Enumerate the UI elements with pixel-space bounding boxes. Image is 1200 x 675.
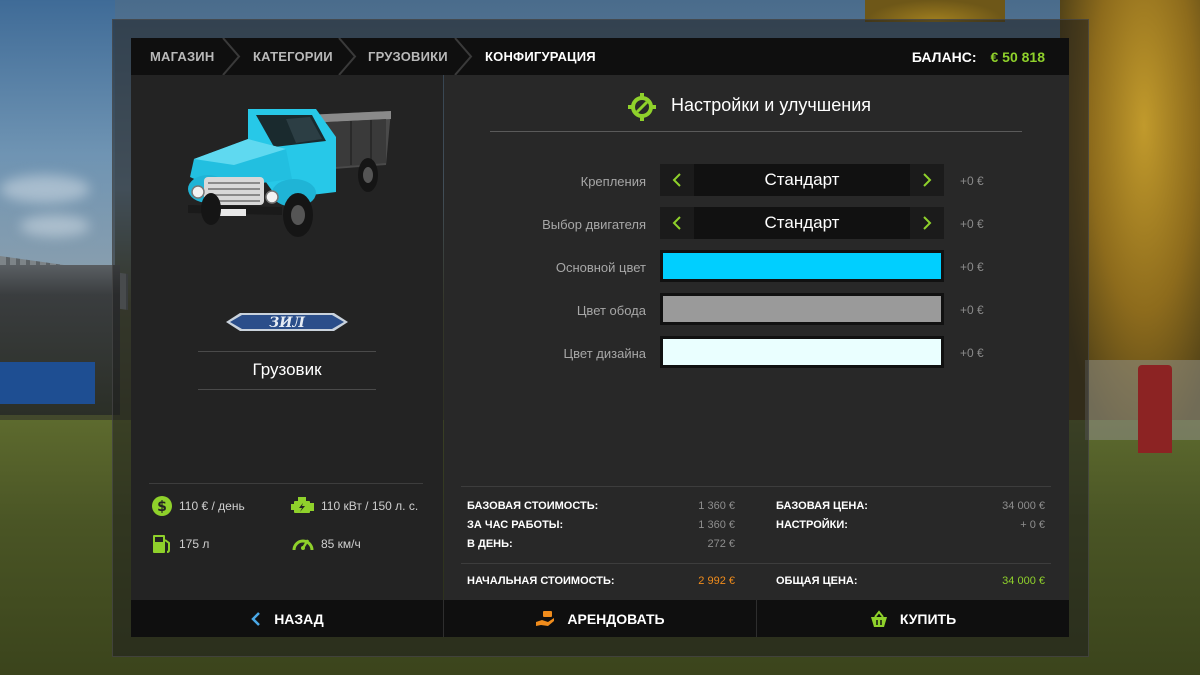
- zil-logo-text: ЗИЛ: [269, 315, 305, 331]
- breadcrumb-shop[interactable]: МАГАЗИН: [150, 38, 214, 75]
- settings-price-label: НАСТРОЙКИ:: [776, 519, 848, 531]
- setting-label-base-color: Основной цвет: [555, 260, 646, 275]
- setting-label-engine: Выбор двигателя: [542, 217, 646, 232]
- dollar-gear-icon: $: [152, 496, 172, 516]
- balance-value: € 50 818: [990, 48, 1046, 65]
- chevron-right-icon: [923, 216, 932, 230]
- chevron-left-icon: [672, 216, 681, 230]
- vehicle-info-panel: ЗИЛ Грузовик $ 110 € / день 110 кВт / 15…: [131, 75, 443, 600]
- lease-button[interactable]: АРЕНДОВАТЬ: [444, 600, 756, 637]
- breadcrumb-separator-icon: [338, 38, 357, 75]
- base-price-label: БАЗОВАЯ ЦЕНА:: [776, 500, 868, 512]
- breadcrumb-categories[interactable]: КАТЕГОРИИ: [253, 38, 333, 75]
- stat-power-value: 110 кВт / 150 л. с.: [321, 499, 419, 513]
- background-sky: [0, 0, 115, 280]
- mounts-selector: Стандарт: [660, 164, 944, 196]
- engine-prev-button[interactable]: [660, 207, 694, 239]
- stat-fuel-value: 175 л: [179, 537, 210, 551]
- hand-money-icon: [536, 610, 555, 626]
- stat-fuel: 175 л: [151, 533, 209, 555]
- zil-brand-logo: ЗИЛ: [226, 313, 348, 331]
- setting-label-design-color: Цвет дизайна: [563, 346, 646, 361]
- stat-speed: 85 км/ч: [291, 533, 361, 555]
- mounts-value: Стандарт: [764, 170, 840, 189]
- background-trailer: [0, 362, 95, 404]
- base-cost-label: БАЗОВАЯ СТОИМОСТЬ:: [467, 500, 599, 512]
- engine-value: Стандарт: [764, 213, 840, 232]
- per-day-value: 272 €: [707, 538, 735, 550]
- mounts-next-button[interactable]: [910, 164, 944, 196]
- stat-power: 110 кВт / 150 л. с.: [291, 495, 418, 517]
- breadcrumb-configuration: КОНФИГУРАЦИЯ: [485, 49, 596, 64]
- divider: [490, 131, 1022, 132]
- breadcrumb-trucks[interactable]: ГРУЗОВИКИ: [368, 38, 448, 75]
- divider: [149, 483, 423, 484]
- chevron-left-icon: [251, 611, 261, 626]
- lease-button-label: АРЕНДОВАТЬ: [567, 610, 665, 627]
- engine-price: +0 €: [960, 217, 984, 231]
- back-button[interactable]: НАЗАД: [131, 600, 443, 637]
- per-day-label: В ДЕНЬ:: [467, 538, 513, 550]
- fuel-pump-icon: [153, 535, 170, 553]
- divider: [461, 486, 1051, 487]
- action-bar: НАЗАД АРЕНДОВАТЬ КУПИТЬ: [131, 600, 1069, 637]
- back-button-label: НАЗАД: [274, 610, 324, 627]
- configuration-panel: Настройки и улучшения Крепления Стандарт…: [444, 75, 1069, 600]
- initial-cost-label: НАЧАЛЬНАЯ СТОИМОСТЬ:: [467, 575, 615, 587]
- per-hour-label: ЗА ЧАС РАБОТЫ:: [467, 519, 564, 531]
- background-cloud: [0, 175, 90, 203]
- breadcrumb: МАГАЗИН КАТЕГОРИИ ГРУЗОВИКИ КОНФИГУРАЦИЯ…: [131, 38, 1069, 75]
- stat-cost-per-day-value: 110 € / день: [179, 499, 245, 513]
- breadcrumb-separator-icon: [222, 38, 241, 75]
- design-color-swatch: [663, 339, 941, 365]
- balance: БАЛАНС: € 50 818: [912, 38, 1045, 75]
- stat-cost-per-day: $ 110 € / день: [151, 495, 245, 517]
- base-color-price: +0 €: [960, 260, 984, 274]
- truck-image: [188, 109, 391, 237]
- settings-header: Настройки и улучшения: [444, 75, 1069, 137]
- base-cost-value: 1 360 €: [698, 500, 735, 512]
- setting-label-mounts: Крепления: [580, 174, 646, 189]
- engine-selector: Стандарт: [660, 207, 944, 239]
- rim-color-price: +0 €: [960, 303, 984, 317]
- breadcrumb-separator-icon: [454, 38, 473, 75]
- speedometer-icon: [292, 539, 314, 551]
- divider: [198, 389, 376, 390]
- settings-title: Настройки и улучшения: [671, 95, 871, 115]
- mounts-prev-button[interactable]: [660, 164, 694, 196]
- engine-next-button[interactable]: [910, 207, 944, 239]
- svg-text:$: $: [157, 499, 167, 515]
- stat-speed-value: 85 км/ч: [321, 537, 361, 551]
- buy-button-label: КУПИТЬ: [899, 610, 957, 627]
- background-fuel-pump: [1138, 365, 1172, 453]
- engine-icon: [291, 497, 314, 513]
- design-color-price: +0 €: [960, 346, 984, 360]
- background-cloud: [20, 215, 90, 237]
- chevron-left-icon: [672, 173, 681, 187]
- vehicle-name: Грузовик: [252, 360, 322, 379]
- setting-label-rim-color: Цвет обода: [576, 303, 646, 318]
- divider: [461, 563, 1051, 564]
- chevron-right-icon: [923, 173, 932, 187]
- design-color-picker[interactable]: [660, 336, 944, 368]
- mounts-price: +0 €: [960, 174, 984, 188]
- per-hour-value: 1 360 €: [698, 519, 735, 531]
- rim-color-picker[interactable]: [660, 293, 944, 325]
- total-price-label: ОБЩАЯ ЦЕНА:: [776, 575, 858, 587]
- divider: [198, 351, 376, 352]
- balance-label: БАЛАНС:: [911, 48, 977, 65]
- base-color-swatch: [663, 253, 941, 279]
- shopping-basket-icon: [870, 609, 887, 627]
- buy-button[interactable]: КУПИТЬ: [757, 600, 1069, 637]
- rim-color-swatch: [663, 296, 941, 322]
- total-price-value: 34 000 €: [1002, 575, 1045, 587]
- initial-cost-value: 2 992 €: [698, 575, 735, 587]
- base-color-picker[interactable]: [660, 250, 944, 282]
- wrench-gear-icon: [628, 93, 656, 121]
- settings-price-value: + 0 €: [1020, 519, 1045, 531]
- base-price-value: 34 000 €: [1002, 500, 1045, 512]
